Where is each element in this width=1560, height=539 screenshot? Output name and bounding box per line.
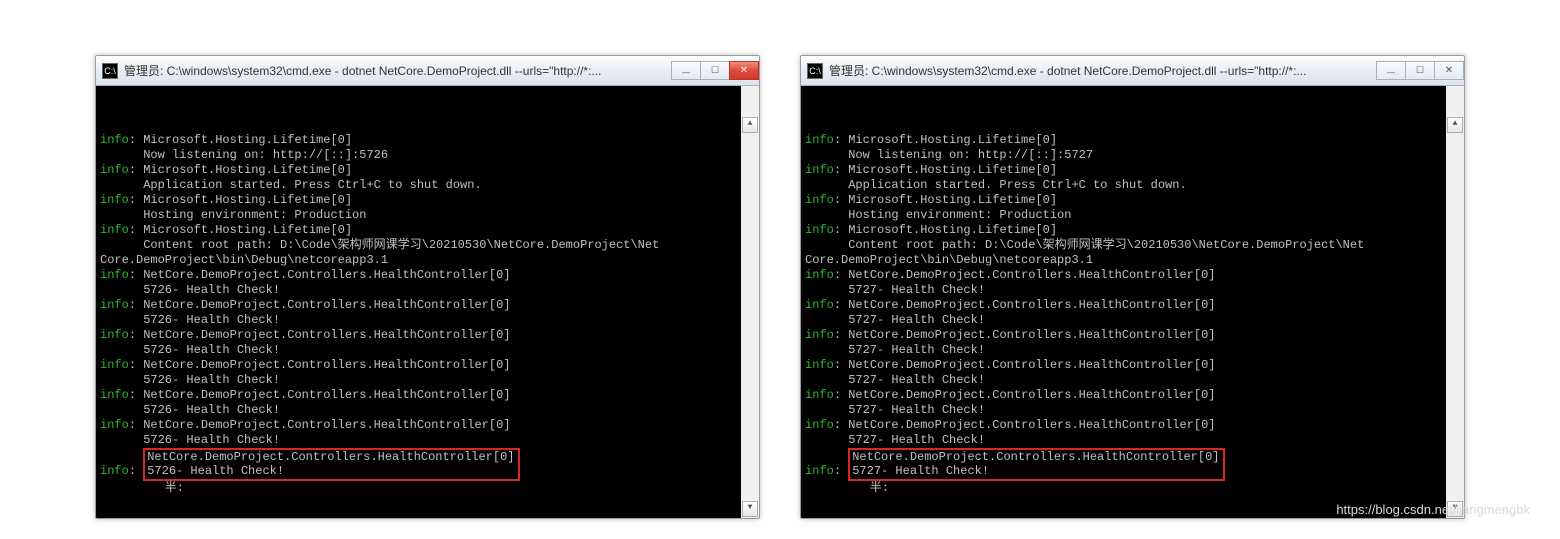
console-line: info: Microsoft.Hosting.Lifetime[0]	[801, 223, 1446, 238]
titlebar[interactable]: C:\ 管理员: C:\windows\system32\cmd.exe - d…	[801, 56, 1464, 86]
console-line: Content root path: D:\Code\架构师网课学习\20210…	[801, 238, 1446, 253]
close-button[interactable]	[1434, 61, 1464, 80]
window-title: 管理员: C:\windows\system32\cmd.exe - dotne…	[829, 62, 1377, 79]
console-line: Now listening on: http://[::]:5726	[96, 148, 741, 163]
scrollbar[interactable]: ▲ ▼	[1446, 86, 1464, 518]
titlebar[interactable]: C:\ 管理员: C:\windows\system32\cmd.exe - d…	[96, 56, 759, 86]
console-line: info: NetCore.DemoProject.Controllers.He…	[801, 358, 1446, 373]
console-line: info: NetCore.DemoProject.Controllers.He…	[96, 448, 741, 481]
scroll-up-icon[interactable]: ▲	[1447, 117, 1463, 133]
minimize-button[interactable]	[671, 61, 701, 80]
console-line: 5727- Health Check!	[801, 403, 1446, 418]
console-line: Hosting environment: Production	[96, 208, 741, 223]
console-line: info: NetCore.DemoProject.Controllers.He…	[96, 328, 741, 343]
input-line[interactable]: 半:	[96, 481, 741, 496]
console-line: 5727- Health Check!	[801, 373, 1446, 388]
watermark: https://blog.csdn.net/liangmengbk	[1336, 502, 1530, 517]
console-line: info: Microsoft.Hosting.Lifetime[0]	[96, 223, 741, 238]
maximize-button[interactable]	[700, 61, 730, 80]
console-line: info: Microsoft.Hosting.Lifetime[0]	[96, 193, 741, 208]
window-controls	[1377, 61, 1464, 80]
cmd-window-1: C:\ 管理员: C:\windows\system32\cmd.exe - d…	[95, 55, 760, 519]
console-line: Application started. Press Ctrl+C to shu…	[801, 178, 1446, 193]
window-controls	[672, 61, 759, 80]
console-line: Hosting environment: Production	[801, 208, 1446, 223]
input-line[interactable]: 半:	[801, 481, 1446, 496]
close-button[interactable]	[729, 61, 759, 80]
console-line: 5726- Health Check!	[96, 313, 741, 328]
console-line: info: NetCore.DemoProject.Controllers.He…	[96, 358, 741, 373]
console-line: info: Microsoft.Hosting.Lifetime[0]	[801, 163, 1446, 178]
console-line: info: Microsoft.Hosting.Lifetime[0]	[96, 133, 741, 148]
console-line: info: NetCore.DemoProject.Controllers.He…	[96, 268, 741, 283]
console-line: info: NetCore.DemoProject.Controllers.He…	[96, 388, 741, 403]
scroll-down-icon[interactable]: ▼	[742, 501, 758, 517]
cmd-icon: C:\	[807, 63, 823, 79]
console-line: info: NetCore.DemoProject.Controllers.He…	[96, 298, 741, 313]
console-line: info: Microsoft.Hosting.Lifetime[0]	[96, 163, 741, 178]
console-line: info: NetCore.DemoProject.Controllers.He…	[96, 418, 741, 433]
console-output[interactable]: ▲ ▼ info: Microsoft.Hosting.Lifetime[0] …	[96, 86, 759, 518]
maximize-button[interactable]	[1405, 61, 1435, 80]
scroll-up-icon[interactable]: ▲	[742, 117, 758, 133]
console-line: 5727- Health Check!	[801, 313, 1446, 328]
console-line: 5726- Health Check!	[96, 373, 741, 388]
cmd-icon: C:\	[102, 63, 118, 79]
console-line: 5727- Health Check!	[801, 433, 1446, 448]
highlighted-log: NetCore.DemoProject.Controllers.HealthCo…	[848, 448, 1225, 481]
console-line: Content root path: D:\Code\架构师网课学习\20210…	[96, 238, 741, 253]
console-line: info: NetCore.DemoProject.Controllers.He…	[801, 298, 1446, 313]
console-line: Core.DemoProject\bin\Debug\netcoreapp3.1	[96, 253, 741, 268]
console-line: 5726- Health Check!	[96, 403, 741, 418]
cmd-window-2: C:\ 管理员: C:\windows\system32\cmd.exe - d…	[800, 55, 1465, 519]
highlighted-log: NetCore.DemoProject.Controllers.HealthCo…	[143, 448, 520, 481]
console-line: 5726- Health Check!	[96, 343, 741, 358]
console-line: 5727- Health Check!	[801, 343, 1446, 358]
console-line: 5726- Health Check!	[96, 433, 741, 448]
console-line: 5726- Health Check!	[96, 283, 741, 298]
scrollbar[interactable]: ▲ ▼	[741, 86, 759, 518]
console-line: info: NetCore.DemoProject.Controllers.He…	[801, 388, 1446, 403]
console-line: Application started. Press Ctrl+C to shu…	[96, 178, 741, 193]
console-line: info: NetCore.DemoProject.Controllers.He…	[801, 448, 1446, 481]
console-line: Core.DemoProject\bin\Debug\netcoreapp3.1	[801, 253, 1446, 268]
console-line: info: NetCore.DemoProject.Controllers.He…	[801, 328, 1446, 343]
console-line: info: NetCore.DemoProject.Controllers.He…	[801, 268, 1446, 283]
console-line: info: Microsoft.Hosting.Lifetime[0]	[801, 133, 1446, 148]
console-line: Now listening on: http://[::]:5727	[801, 148, 1446, 163]
console-output[interactable]: ▲ ▼ info: Microsoft.Hosting.Lifetime[0] …	[801, 86, 1464, 518]
minimize-button[interactable]	[1376, 61, 1406, 80]
window-title: 管理员: C:\windows\system32\cmd.exe - dotne…	[124, 62, 672, 79]
console-line: info: Microsoft.Hosting.Lifetime[0]	[801, 193, 1446, 208]
console-line: 5727- Health Check!	[801, 283, 1446, 298]
console-line: info: NetCore.DemoProject.Controllers.He…	[801, 418, 1446, 433]
